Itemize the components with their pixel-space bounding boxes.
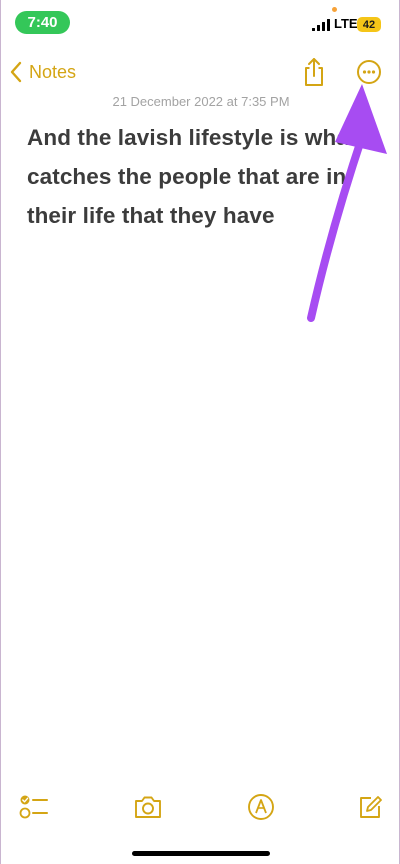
back-button[interactable]: Notes — [9, 59, 76, 85]
signal-icon — [312, 19, 330, 31]
home-indicator[interactable] — [132, 851, 270, 856]
share-icon[interactable] — [301, 56, 327, 88]
chevron-left-icon — [10, 61, 22, 83]
battery-indicator: 42 — [357, 17, 381, 32]
status-time: 7:40 — [15, 11, 70, 34]
checklist-icon[interactable] — [19, 793, 49, 821]
note-screen: 7:40 LTE 42 Notes 21 December 2022 at 7:… — [0, 0, 400, 864]
markup-icon[interactable] — [247, 793, 275, 821]
back-label: Notes — [29, 61, 77, 82]
privacy-indicator-dot — [332, 7, 337, 12]
network-type: LTE — [334, 16, 358, 31]
note-date: 21 December 2022 at 7:35 PM — [112, 94, 290, 109]
more-icon[interactable] — [356, 59, 382, 85]
compose-icon[interactable] — [357, 793, 383, 821]
note-text[interactable]: And the lavish lifestyle is what catches… — [27, 118, 377, 235]
camera-icon[interactable] — [133, 793, 163, 821]
